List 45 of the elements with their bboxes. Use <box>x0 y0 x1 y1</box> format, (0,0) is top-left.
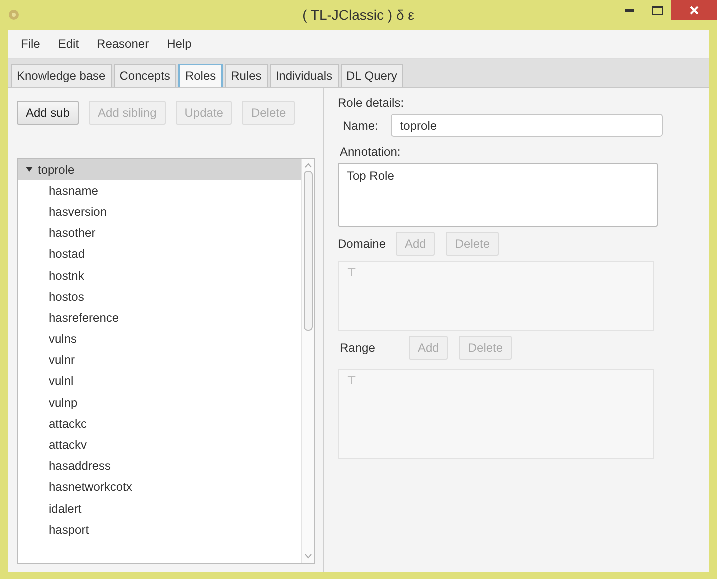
field-label: Name: <box>343 118 378 132</box>
tab[interactable]: DL Query <box>340 64 404 87</box>
tree-item[interactable]: hostos <box>18 286 301 308</box>
toolbar-button[interactable]: Add sub <box>17 101 80 125</box>
section-label: Domaine <box>338 237 385 251</box>
tab[interactable]: Individuals <box>270 64 339 87</box>
menu-item[interactable]: Edit <box>49 37 88 51</box>
close-icon <box>690 6 698 14</box>
tree-item[interactable]: hostnk <box>18 264 301 286</box>
tree-item[interactable]: attackv <box>18 434 301 456</box>
tree-item[interactable]: hasversion <box>18 201 301 223</box>
tree-item[interactable]: hasaddress <box>18 456 301 477</box>
expand-icon <box>26 166 33 174</box>
field-label: Annotation: <box>340 145 402 159</box>
scroll-thumb[interactable] <box>304 171 312 331</box>
tree-item[interactable]: vulnr <box>18 350 301 371</box>
tree-item[interactable]: vulns <box>18 328 301 350</box>
tab[interactable]: Rules <box>225 64 268 87</box>
tree-item[interactable]: hasother <box>18 222 301 244</box>
tree-item[interactable]: idalert <box>18 498 301 520</box>
tree-item[interactable]: toprole <box>18 159 301 180</box>
menu-item[interactable]: Reasoner <box>88 37 158 51</box>
maximize-icon <box>652 6 662 14</box>
tree-item[interactable]: hostad <box>18 244 301 265</box>
scrollbar[interactable] <box>301 159 314 563</box>
menu-item[interactable]: File <box>12 37 50 51</box>
tree-label: toprole <box>38 162 75 177</box>
tree-item[interactable]: hasreference <box>18 307 301 328</box>
minimize-icon <box>624 8 634 12</box>
menu-item[interactable]: Help <box>158 37 201 51</box>
tree-item[interactable]: hasnetworkcotx <box>18 476 301 498</box>
tab[interactable]: Roles <box>178 64 224 87</box>
tree-item[interactable]: vulnp <box>18 392 301 414</box>
window-title: ( TL-JClassic ) δ ε <box>302 7 414 23</box>
name-field[interactable]: toprole <box>391 114 664 137</box>
tree-item[interactable]: hasport <box>18 519 301 540</box>
close-button[interactable] <box>671 0 717 20</box>
section-heading: Role details: <box>338 96 406 110</box>
tree-item[interactable]: vulnl <box>18 370 301 392</box>
section-label: Range <box>340 341 376 355</box>
tree-item[interactable]: hasname <box>18 180 301 202</box>
tab[interactable]: Knowledge base <box>11 64 112 87</box>
annotation-field[interactable]: Top Role <box>338 163 658 227</box>
tab[interactable]: Concepts <box>114 64 176 87</box>
tree-item[interactable]: attackc <box>18 413 301 434</box>
